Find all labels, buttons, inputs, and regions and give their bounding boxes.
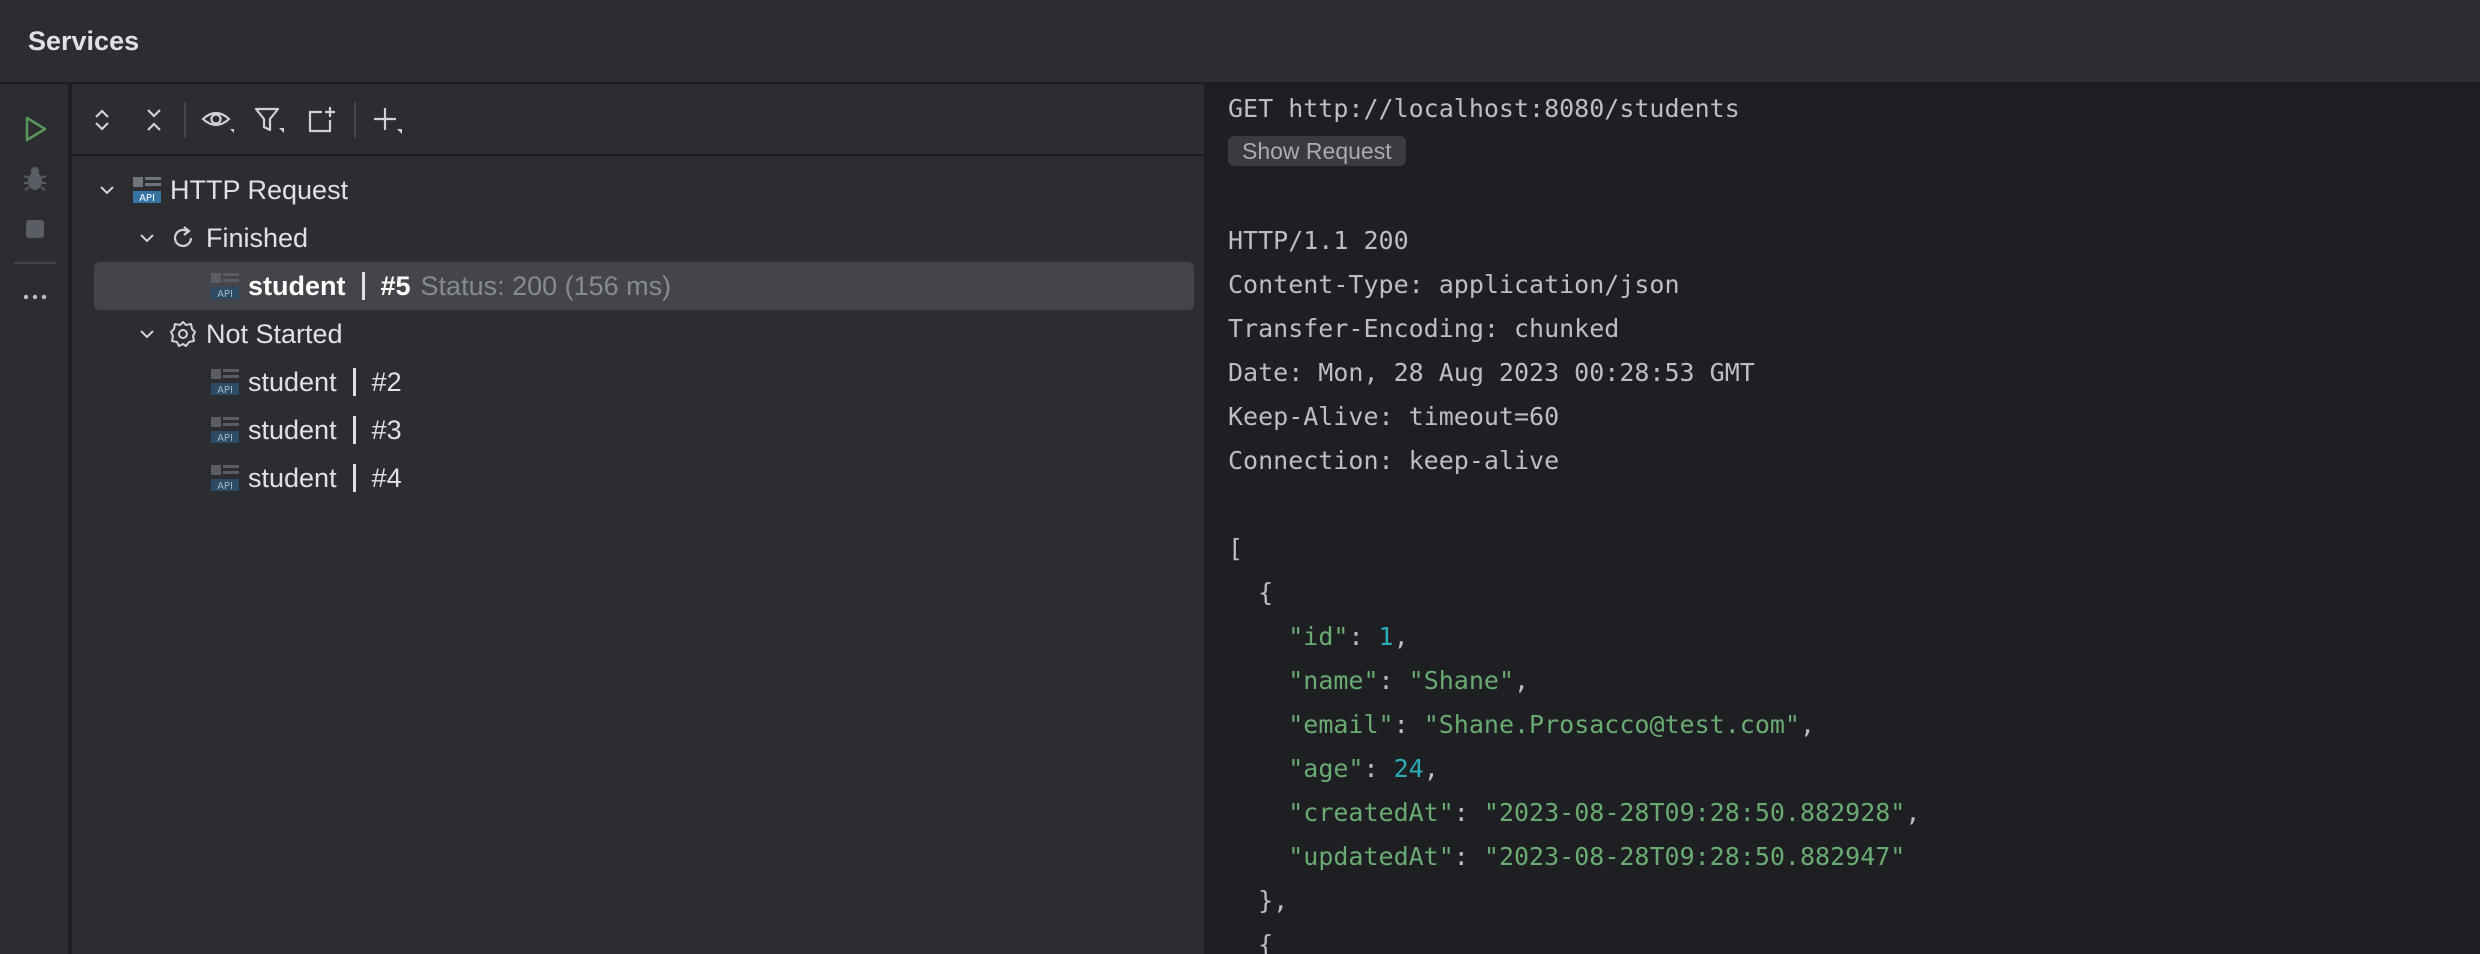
json-key: "age" xyxy=(1288,754,1364,783)
tool-window-header: Services xyxy=(0,0,2480,84)
json-value: 24 xyxy=(1393,754,1424,783)
request-number: #5 xyxy=(380,270,411,301)
json-value: "2023-08-28T09:28:50.882928" xyxy=(1483,798,1906,827)
separator xyxy=(361,272,365,300)
tree-group-not-started[interactable]: Not Started xyxy=(134,310,1190,358)
svg-text:API: API xyxy=(217,385,233,396)
svg-text:API: API xyxy=(217,433,233,444)
run-icon xyxy=(25,116,47,142)
refresh-icon xyxy=(168,223,198,253)
json-close-brace: }, xyxy=(1228,886,1289,915)
tool-window-title: Services xyxy=(28,26,140,56)
more-icon xyxy=(23,294,47,300)
new-tab-icon xyxy=(308,107,335,133)
header-line: Content-Type: application/json xyxy=(1228,270,1680,299)
run-button[interactable] xyxy=(14,108,56,150)
request-status: Status: 200 (156 ms) xyxy=(420,270,672,301)
json-open-bracket: [ xyxy=(1228,534,1244,563)
add-service-button[interactable] xyxy=(368,100,408,140)
eye-icon xyxy=(201,111,234,133)
more-button[interactable] xyxy=(14,274,56,316)
gear-icon xyxy=(168,319,198,349)
json-open-brace: { xyxy=(1228,930,1274,954)
tree-node-label: HTTP Request xyxy=(170,174,349,205)
request-name: student xyxy=(248,270,346,301)
request-line: GET http://localhost:8080/students xyxy=(1228,94,1740,123)
request-item-2[interactable]: API student #2 xyxy=(94,358,1190,406)
svg-text:API: API xyxy=(139,193,155,204)
tree-node-http-request[interactable]: API HTTP Request xyxy=(94,166,1190,214)
expand-all-button[interactable] xyxy=(82,100,122,140)
collapse-all-button[interactable] xyxy=(134,100,174,140)
chevron-down-icon[interactable] xyxy=(134,225,160,251)
separator xyxy=(352,416,356,444)
collapse-all-icon xyxy=(147,109,161,131)
request-number: #4 xyxy=(371,462,402,493)
json-key: "createdAt" xyxy=(1288,798,1454,827)
expand-all-icon xyxy=(95,109,109,131)
toolbar-divider xyxy=(184,102,186,138)
json-value: 1 xyxy=(1378,622,1394,651)
json-key: "email" xyxy=(1288,710,1394,739)
debug-icon xyxy=(23,167,47,191)
view-options-button[interactable] xyxy=(198,100,238,140)
new-tab-button[interactable] xyxy=(302,100,342,140)
json-field-line: "createdAt": "2023-08-28T09:28:50.882928… xyxy=(1288,798,1921,827)
json-value: "Shane.Prosacco@test.com" xyxy=(1423,710,1800,739)
chevron-down-icon[interactable] xyxy=(134,321,160,347)
filter-button[interactable] xyxy=(250,100,290,140)
tree-group-label: Not Started xyxy=(206,318,343,349)
api-icon: API xyxy=(210,271,240,301)
json-field-line: "id": 1, xyxy=(1288,622,1409,651)
chevron-down-icon[interactable] xyxy=(94,177,120,203)
services-toolbar xyxy=(72,84,1204,156)
header-line: Date: Mon, 28 Aug 2023 00:28:53 GMT xyxy=(1228,358,1755,387)
json-key: "id" xyxy=(1288,622,1349,651)
json-value: "Shane" xyxy=(1408,666,1514,695)
tree-group-finished[interactable]: Finished xyxy=(134,214,1190,262)
request-name: student xyxy=(248,462,337,493)
separator xyxy=(352,368,356,396)
filter-icon xyxy=(254,107,284,133)
header-line: Transfer-Encoding: chunked xyxy=(1228,314,1620,343)
services-tree-pane: API HTTP Request Finished API student #5… xyxy=(72,84,1204,954)
json-field-line: "updatedAt": "2023-08-28T09:28:50.882947… xyxy=(1288,842,1906,871)
request-name: student xyxy=(248,414,337,445)
sidebar-divider xyxy=(14,262,56,264)
request-number: #2 xyxy=(371,366,402,397)
json-field-line: "email": "Shane.Prosacco@test.com", xyxy=(1288,710,1816,739)
actions-sidebar xyxy=(0,84,70,954)
tree-group-label: Finished xyxy=(206,222,309,253)
add-icon xyxy=(374,108,402,134)
api-icon: API xyxy=(210,367,240,397)
api-icon: API xyxy=(210,463,240,493)
json-key: "updatedAt" xyxy=(1288,842,1454,871)
show-request-button[interactable]: Show Request xyxy=(1228,136,1406,166)
json-key: "name" xyxy=(1288,666,1379,695)
debug-button[interactable] xyxy=(14,158,56,200)
request-name: student xyxy=(248,366,337,397)
api-icon: API xyxy=(210,415,240,445)
svg-text:API: API xyxy=(217,481,233,492)
json-value: "2023-08-28T09:28:50.882947" xyxy=(1483,842,1906,871)
request-item-5[interactable]: API student #5 Status: 200 (156 ms) xyxy=(94,262,1194,310)
json-field-line: "age": 24, xyxy=(1288,754,1439,783)
response-viewer[interactable]: GET http://localhost:8080/students Show … xyxy=(1206,84,2480,954)
request-number: #3 xyxy=(371,414,402,445)
status-line: HTTP/1.1 200 xyxy=(1228,226,1409,255)
request-item-3[interactable]: API student #3 xyxy=(94,406,1190,454)
stop-button[interactable] xyxy=(14,208,56,250)
header-line: Connection: keep-alive xyxy=(1228,446,1560,475)
svg-text:API: API xyxy=(217,289,233,300)
request-item-4[interactable]: API student #4 xyxy=(94,454,1190,502)
header-line: Keep-Alive: timeout=60 xyxy=(1228,402,1560,431)
separator xyxy=(352,464,356,492)
json-open-brace: { xyxy=(1228,578,1274,607)
json-field-line: "name": "Shane", xyxy=(1288,666,1530,695)
api-icon: API xyxy=(132,175,162,205)
stop-icon xyxy=(26,220,44,238)
toolbar-divider xyxy=(354,102,356,138)
